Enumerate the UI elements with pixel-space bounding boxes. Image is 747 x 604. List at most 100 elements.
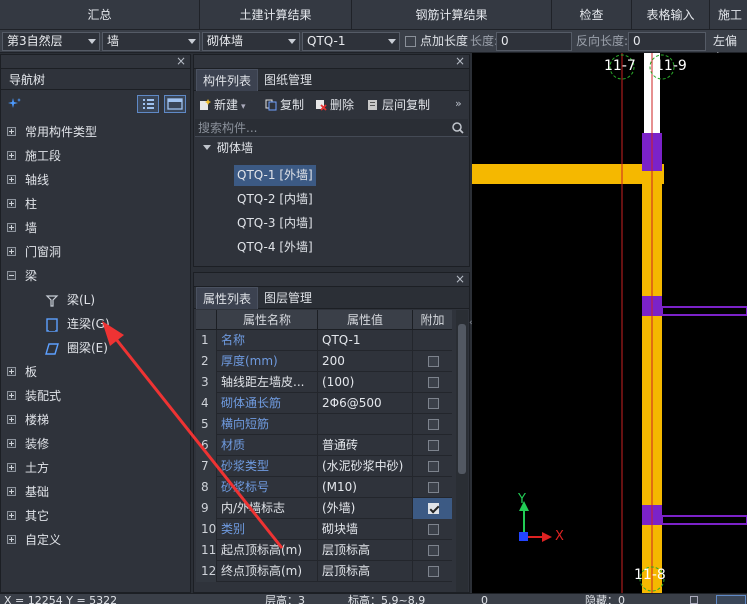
expand-icon[interactable] [7, 415, 16, 424]
property-row[interactable]: 8 砂浆标号 (M10) [196, 477, 452, 498]
nav-subitem[interactable]: 连梁(G) [1, 313, 190, 335]
expand-icon[interactable] [7, 391, 16, 400]
expand-icon[interactable] [7, 223, 16, 232]
nav-item[interactable]: 其它 [1, 505, 190, 527]
property-row[interactable]: 4 砌体通长筋 2Φ6@500 [196, 393, 452, 414]
menu-rebar-results[interactable]: 钢筋计算结果 [352, 0, 552, 30]
expand-icon[interactable] [7, 199, 16, 208]
close-icon[interactable]: × [455, 273, 465, 286]
nav-item[interactable]: 门窗洞 [1, 241, 190, 263]
tab-layer-management[interactable]: 图层管理 [258, 287, 318, 309]
tab-property-list[interactable]: 属性列表 [196, 287, 259, 309]
status-snap-icon[interactable] [716, 595, 746, 604]
nav-item[interactable]: 装修 [1, 433, 190, 455]
extra-checkbox[interactable] [428, 440, 439, 451]
floor-select[interactable]: 第3自然层 [2, 32, 100, 51]
reverse-length-input[interactable]: 0 [628, 32, 706, 51]
menu-construction[interactable]: 施工 [710, 0, 747, 30]
nav-item[interactable]: 楼梯 [1, 409, 190, 431]
status-toggle-icon[interactable] [690, 596, 698, 604]
property-row[interactable]: 7 砂浆类型 (水泥砂浆中砂) [196, 456, 452, 477]
nav-item[interactable]: 轴线 [1, 169, 190, 191]
extra-checkbox[interactable] [428, 398, 439, 409]
extra-checkbox[interactable] [428, 377, 439, 388]
property-value[interactable]: 普通砖 [318, 435, 413, 456]
close-icon[interactable]: × [176, 54, 186, 68]
category-select[interactable]: 墙 [102, 32, 200, 51]
expand-icon[interactable] [7, 511, 16, 520]
expand-icon[interactable] [7, 535, 16, 544]
menu-civil-results[interactable]: 土建计算结果 [200, 0, 352, 30]
drawing-canvas[interactable]: 11-7 11-9 11-8 Y X [472, 53, 747, 593]
beam-right-lower[interactable] [661, 515, 747, 525]
extra-checkbox[interactable] [428, 503, 439, 514]
nav-item[interactable]: 墙 [1, 217, 190, 239]
collapse-icon[interactable] [203, 145, 211, 150]
extra-checkbox[interactable] [428, 482, 439, 493]
property-row[interactable]: 5 横向短筋 [196, 414, 452, 435]
component-item[interactable]: QTQ-1 [外墙] [234, 165, 316, 186]
expand-icon[interactable] [7, 367, 16, 376]
nav-item[interactable]: 柱 [1, 193, 190, 215]
extra-checkbox[interactable] [428, 461, 439, 472]
expand-icon[interactable] [7, 487, 16, 496]
nav-item[interactable]: 土方 [1, 457, 190, 479]
sparkle-icon[interactable] [8, 97, 22, 111]
expand-icon[interactable] [7, 175, 16, 184]
delete-button[interactable]: 删除 [315, 96, 354, 114]
list-view-icon[interactable] [137, 95, 159, 113]
expand-icon[interactable] [7, 247, 16, 256]
property-row[interactable]: 1 名称 QTQ-1 [196, 330, 452, 351]
property-row[interactable]: 9 内/外墙标志 (外墙) [196, 498, 452, 519]
extra-checkbox[interactable] [428, 524, 439, 535]
extra-checkbox[interactable] [428, 566, 439, 577]
new-button[interactable]: 新建 ▾ [199, 96, 246, 114]
property-value[interactable]: QTQ-1 [318, 330, 413, 351]
length-input[interactable]: 0 [496, 32, 572, 51]
property-value[interactable]: 2Φ6@500 [318, 393, 413, 414]
component-select[interactable]: QTQ-1 [302, 32, 400, 51]
nav-subitem[interactable]: 圈梁(E) [1, 337, 190, 359]
copy-button[interactable]: 复制 [265, 96, 304, 114]
nav-item[interactable]: 施工段 [1, 145, 190, 167]
more-icon[interactable]: » [455, 97, 462, 110]
property-value[interactable] [318, 414, 413, 435]
property-value[interactable]: 层顶标高 [318, 540, 413, 561]
nav-item[interactable]: 基础 [1, 481, 190, 503]
tab-drawing-management[interactable]: 图纸管理 [258, 69, 318, 91]
nav-item[interactable]: 梁 [1, 265, 190, 287]
component-group[interactable]: 砌体墙 [217, 140, 253, 156]
property-value[interactable]: 层顶标高 [318, 561, 413, 582]
collapse-icon[interactable] [7, 271, 16, 280]
property-row[interactable]: 2 厚度(mm) 200 [196, 351, 452, 372]
grid-view-icon[interactable] [164, 95, 186, 113]
property-scrollbar[interactable] [456, 310, 468, 592]
property-value[interactable]: 砌块墙 [318, 519, 413, 540]
extra-checkbox[interactable] [428, 356, 439, 367]
expand-icon[interactable] [7, 151, 16, 160]
expand-icon[interactable] [7, 463, 16, 472]
component-item[interactable]: QTQ-4 [外墙] [234, 237, 316, 258]
tab-component-list[interactable]: 构件列表 [196, 69, 259, 91]
component-item[interactable]: QTQ-2 [内墙] [234, 189, 316, 210]
menu-summary[interactable]: 汇总 [0, 0, 200, 30]
property-row[interactable]: 6 材质 普通砖 [196, 435, 452, 456]
menu-check[interactable]: 检查 [552, 0, 632, 30]
property-row[interactable]: 10 类别 砌块墙 [196, 519, 452, 540]
property-row[interactable]: 12 终点顶标高(m) 层顶标高 [196, 561, 452, 582]
add-length-checkbox[interactable] [405, 36, 416, 47]
expand-icon[interactable] [7, 439, 16, 448]
component-search-input[interactable]: 搜索构件... [195, 119, 468, 137]
expand-icon[interactable] [7, 127, 16, 136]
property-value[interactable]: (水泥砂浆中砂) [318, 456, 413, 477]
wall-horizontal[interactable] [472, 164, 664, 184]
nav-item[interactable]: 自定义 [1, 529, 190, 551]
property-row[interactable]: 3 轴线距左墙皮... (100) [196, 372, 452, 393]
component-item[interactable]: QTQ-3 [内墙] [234, 213, 316, 234]
type-select[interactable]: 砌体墙 [202, 32, 300, 51]
nav-subitem[interactable]: 梁(L) [1, 289, 190, 311]
property-value[interactable]: (100) [318, 372, 413, 393]
extra-checkbox[interactable] [428, 545, 439, 556]
nav-item[interactable]: 板 [1, 361, 190, 383]
search-icon[interactable] [451, 121, 465, 135]
